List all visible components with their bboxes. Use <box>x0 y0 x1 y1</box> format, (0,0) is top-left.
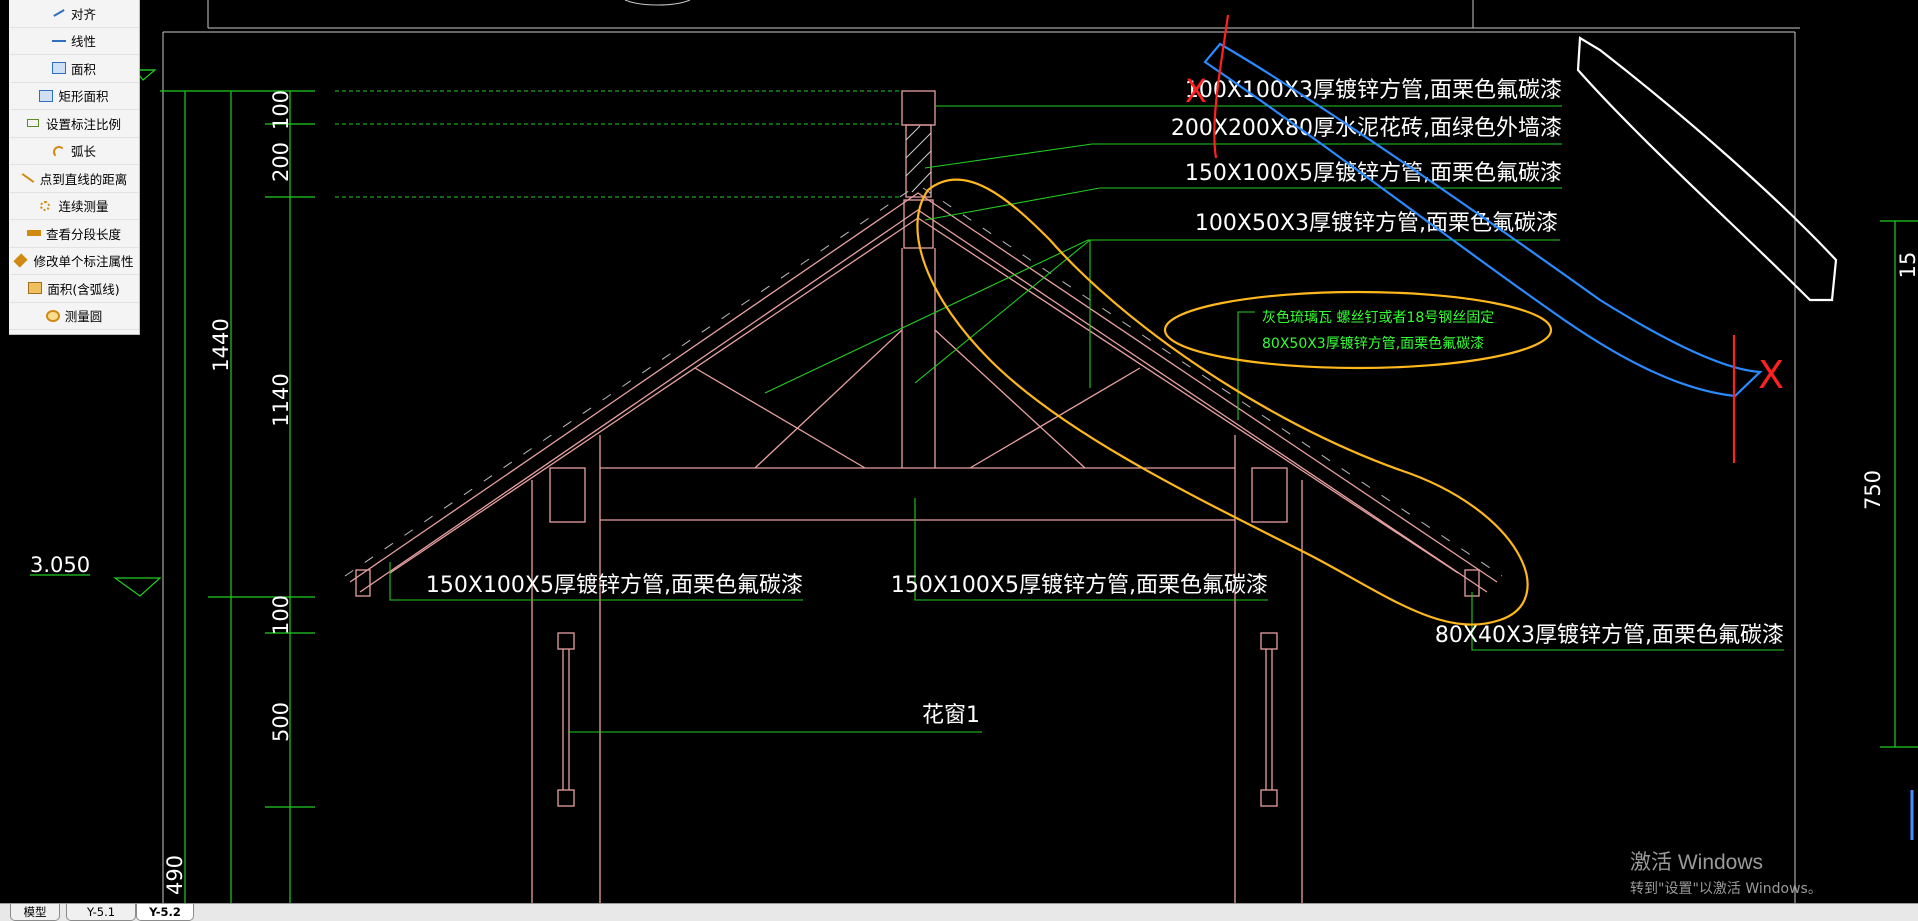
continuous-measure-icon <box>39 200 53 212</box>
scale-icon <box>26 117 41 129</box>
dim-200: 200 <box>269 142 293 182</box>
tool-arc-area-button[interactable]: 面积(含弧线) <box>9 275 139 303</box>
tool-label: 设置标注比例 <box>45 116 121 132</box>
tool-measure-circle-button[interactable]: 测量圆 <box>9 303 139 330</box>
rect-area-icon <box>39 89 54 102</box>
edit-dimension-icon <box>14 255 28 267</box>
dim-100-top: 100 <box>269 90 293 130</box>
label-window: 花窗1 <box>922 703 980 728</box>
tool-edit-dimension-button[interactable]: 修改单个标注属性 <box>9 248 139 275</box>
label-beam-left: 150X100X5厚镀锌方管,面栗色氟碳漆 <box>426 573 803 598</box>
cad-drawing-canvas[interactable]: 100X100X3厚镀锌方管,面栗色氟碳漆 200X200X80厚水泥花砖,面绿… <box>0 0 1918 903</box>
markup-x-right: X <box>1758 353 1784 397</box>
tab-label: Y-5.2 <box>149 905 181 919</box>
tool-label: 查看分段长度 <box>45 226 121 242</box>
area-icon <box>51 62 66 75</box>
dimension-extension-dashes <box>335 90 900 198</box>
tool-arc-length-button[interactable]: 弧长 <box>9 138 139 165</box>
roof-tiles <box>344 187 1503 577</box>
tool-label: 修改单个标注属性 <box>33 254 134 270</box>
dim-15: 15 <box>1896 252 1918 279</box>
measure-tool-panel: 对齐 线性 面积 矩形面积 设置标注比例 弧长 点到直线的距离 连续测量 查看分… <box>9 0 140 335</box>
tool-continuous-measure-button[interactable]: 连续测量 <box>9 193 139 220</box>
label-beam-center: 150X100X5厚镀锌方管,面栗色氟碳漆 <box>891 573 1268 598</box>
elevation-mark: 3.050 <box>30 553 90 577</box>
segment-length-icon <box>26 227 41 239</box>
layout-tab-bar: 模型 Y-5.1 Y-5.2 <box>0 903 1918 921</box>
tool-label: 测量圆 <box>64 309 103 325</box>
tab-y-5-1[interactable]: Y-5.1 <box>66 904 136 921</box>
tool-label: 点到直线的距离 <box>39 171 128 187</box>
align-icon <box>52 7 66 19</box>
markup-white <box>1576 36 1838 302</box>
dim-500: 500 <box>269 702 293 742</box>
tab-label: 模型 <box>23 905 47 919</box>
tool-segment-length-button[interactable]: 查看分段长度 <box>9 220 139 248</box>
tool-set-scale-button[interactable]: 设置标注比例 <box>9 110 139 138</box>
tool-label: 矩形面积 <box>58 89 109 105</box>
linear-icon <box>51 35 66 47</box>
dim-1440: 1440 <box>209 318 233 371</box>
tool-label: 连续测量 <box>58 199 109 215</box>
label-rafter-80x50: 80X50X3厚镀锌方管,面栗色氟碳漆 <box>1262 335 1484 352</box>
tab-label: Y-5.1 <box>86 905 116 919</box>
tool-rect-area-button[interactable]: 矩形面积 <box>9 83 139 110</box>
arc-length-icon <box>52 145 66 158</box>
watermark-subtitle: 转到"设置"以激活 Windows。 <box>1630 881 1822 897</box>
tool-label: 面积(含弧线) <box>47 281 120 297</box>
dim-750: 750 <box>1861 470 1885 510</box>
label-tile-note: 灰色琉璃瓦 螺丝钉或者18号钢丝固定 <box>1262 309 1494 326</box>
label-eave-80x40: 80X40X3厚镀锌方管,面栗色氟碳漆 <box>1435 623 1784 648</box>
tool-label: 弧长 <box>70 144 96 160</box>
dim-100-mid: 100 <box>269 595 293 635</box>
hatch-brick <box>905 125 932 193</box>
point-line-distance-icon <box>21 172 35 184</box>
measure-circle-icon <box>45 309 60 322</box>
arc-area-icon <box>28 282 43 295</box>
tool-label: 对齐 <box>70 6 96 22</box>
label-ridge-tube: 100X100X3厚镀锌方管,面栗色氟碳漆 <box>1185 78 1562 103</box>
windows-activation-watermark: 激活 Windows 转到"设置"以激活 Windows。 <box>1630 846 1822 898</box>
markup-x-left: X <box>1185 72 1207 110</box>
tool-label: 面积 <box>70 61 96 77</box>
dim-490: 490 <box>163 855 187 895</box>
tab-y-5-2[interactable]: Y-5.2 <box>136 904 194 921</box>
tab-model[interactable]: 模型 <box>10 904 60 921</box>
tool-align-button[interactable]: 对齐 <box>9 0 139 28</box>
tool-label: 线性 <box>70 34 96 50</box>
dimension-lines <box>30 69 1918 903</box>
dim-1140: 1140 <box>269 373 293 426</box>
tool-point-line-distance-button[interactable]: 点到直线的距离 <box>9 165 139 193</box>
tool-area-button[interactable]: 面积 <box>9 55 139 83</box>
watermark-title: 激活 Windows <box>1630 851 1764 874</box>
tool-linear-button[interactable]: 线性 <box>9 28 139 55</box>
